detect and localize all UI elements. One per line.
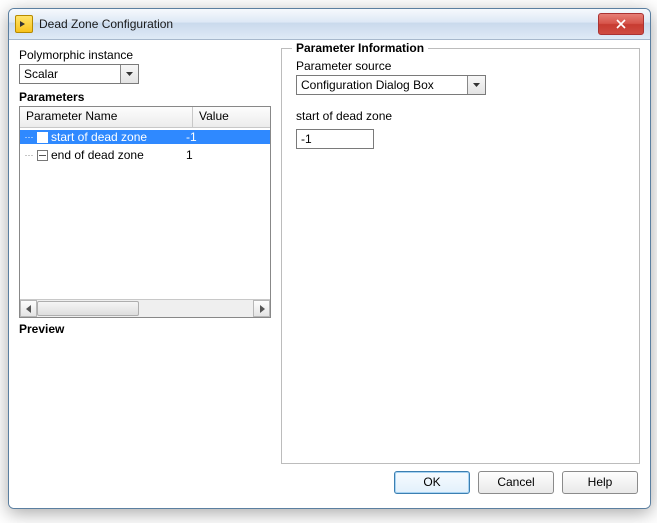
param-name: end of dead zone [51, 148, 144, 162]
left-pane: Polymorphic instance Scalar Parameters P… [19, 48, 271, 464]
scroll-track[interactable] [37, 300, 253, 317]
parameter-info-group: Parameter Information Parameter source C… [281, 48, 640, 464]
parameters-table: Parameter Name Value ⋯ start of dead zon… [19, 106, 271, 318]
triangle-right-icon [259, 305, 265, 313]
col-header-name[interactable]: Parameter Name [20, 107, 193, 127]
help-button[interactable]: Help [562, 471, 638, 494]
node-icon [37, 150, 48, 161]
polymorphic-dropdown[interactable]: Scalar [19, 64, 139, 84]
node-icon [37, 132, 48, 143]
cancel-button[interactable]: Cancel [478, 471, 554, 494]
value-field-label: start of dead zone [296, 109, 629, 123]
scroll-right-button[interactable] [253, 300, 270, 317]
triangle-left-icon [26, 305, 32, 313]
close-button[interactable] [598, 13, 644, 35]
ok-button[interactable]: OK [394, 471, 470, 494]
param-source-dropdown[interactable]: Configuration Dialog Box [296, 75, 486, 95]
polymorphic-value: Scalar [20, 65, 120, 83]
scroll-thumb[interactable] [37, 301, 139, 316]
tree-connector-icon: ⋯ [24, 132, 34, 143]
dropdown-button[interactable] [467, 76, 485, 94]
chevron-down-icon [473, 83, 480, 87]
table-row[interactable]: ⋯ start of dead zone -1 [20, 128, 270, 146]
dialog-window: Dead Zone Configuration Polymorphic inst… [8, 8, 651, 509]
group-title: Parameter Information [292, 41, 428, 55]
button-row: OK Cancel Help [19, 464, 640, 500]
close-icon [616, 19, 626, 29]
tree-connector-icon: ⋯ [24, 150, 34, 161]
app-icon [15, 15, 33, 33]
value-field[interactable] [296, 129, 374, 149]
dropdown-button[interactable] [120, 65, 138, 83]
window-title: Dead Zone Configuration [39, 17, 598, 31]
scroll-left-button[interactable] [20, 300, 37, 317]
polymorphic-label: Polymorphic instance [19, 48, 271, 62]
param-value: -1 [180, 130, 270, 144]
col-header-value[interactable]: Value [193, 107, 270, 127]
client-area: Polymorphic instance Scalar Parameters P… [9, 40, 650, 508]
parameters-rows: ⋯ start of dead zone -1 ⋯ end of dead zo… [20, 128, 270, 299]
chevron-down-icon [126, 72, 133, 76]
preview-label: Preview [19, 322, 271, 336]
horizontal-scrollbar[interactable] [20, 299, 270, 317]
preview-area [19, 338, 271, 464]
param-source-label: Parameter source [296, 59, 629, 73]
param-source-value: Configuration Dialog Box [297, 76, 467, 94]
table-row[interactable]: ⋯ end of dead zone 1 [20, 146, 270, 164]
param-value: 1 [180, 148, 270, 162]
titlebar[interactable]: Dead Zone Configuration [9, 9, 650, 40]
param-name: start of dead zone [51, 130, 147, 144]
parameters-label: Parameters [19, 90, 271, 104]
parameters-header: Parameter Name Value [20, 107, 270, 128]
